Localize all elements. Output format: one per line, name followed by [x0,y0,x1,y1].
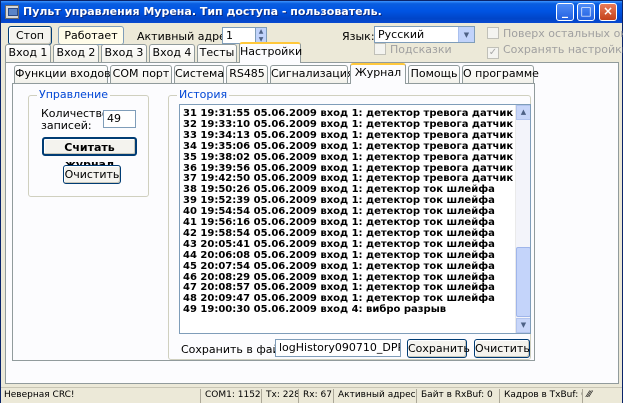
history-log[interactable]: 31 19:31:55 05.06.2009 вход 1: детектор … [179,104,531,334]
log-line: 40 19:54:54 05.06.2009 вход 1: детектор … [183,206,495,218]
save-settings-checkbox[interactable]: ✓ Сохранять настройки [487,43,623,59]
status-rx-buffer: Байт в RxBuf: 0 [418,389,500,403]
check-icon[interactable]: ✓ [487,47,499,59]
checkbox-box[interactable] [487,27,499,39]
log-line: 45 20:07:54 05.06.2009 вход 1: детектор … [183,260,495,272]
hints-checkbox[interactable]: Подсказки [374,43,452,56]
main-tab-strip: Вход 1 Вход 2 Вход 3 Вход 4 Тесты Настро… [5,42,305,63]
chevron-up-icon[interactable]: ▲ [256,28,266,36]
tab-help[interactable]: Помощь [408,65,460,83]
on-top-checkbox[interactable]: Поверх остальных окон [487,27,623,40]
history-group-title: История [177,88,230,101]
checkbox-box[interactable] [374,43,386,55]
save-to-file-label: Сохранить в файл: [181,343,291,356]
tab-alarm[interactable]: Сигнализация [270,65,354,83]
chevron-down-icon[interactable]: ▼ [516,318,530,333]
maximize-button[interactable]: □ [577,3,595,21]
log-line: 41 19:56:16 05.06.2009 вход 1: детектор … [183,217,495,228]
log-line: 48 20:09:47 05.06.2009 вход 1: детектор … [183,293,495,305]
scroll-thumb[interactable] [516,247,530,317]
clear-device-journal-button[interactable]: Очистить [63,165,121,184]
records-count-field[interactable]: 49 [103,110,136,128]
log-line: 49 19:00:30 05.06.2009 вход 4: вибро раз… [183,304,447,316]
log-line: 33 19:34:13 05.06.2009 вход 1: детектор … [183,129,524,141]
tab-settings[interactable]: Настройки [239,42,302,63]
size-grip-icon[interactable]: ⁄⁄⁄ [584,389,620,403]
app-window: Пульт управления Мурена. Тип доступа - п… [0,0,623,403]
clear-log-button[interactable]: Очистить [474,339,530,358]
status-address: Активный адрес: 1 [335,389,417,403]
hints-label: Подсказки [390,43,452,56]
status-tx-buffer: Кадров в TxBuf: 0 [501,389,583,403]
status-com: COM1: 115200 [202,389,262,403]
tab-input-functions[interactable]: Функции входов [14,65,111,83]
language-label: Язык: [342,30,375,43]
app-window-icon[interactable] [5,5,19,19]
active-address-label: Активный адрес: [137,30,236,43]
log-line: 39 19:52:39 05.06.2009 вход 1: детектор … [183,195,495,207]
log-line: 34 19:35:06 05.06.2009 вход 1: детектор … [183,140,524,152]
tab-input-1[interactable]: Вход 1 [5,44,51,62]
close-button[interactable]: × [599,3,617,21]
records-count-label-2: записей: [41,119,92,132]
save-log-button[interactable]: Сохранить [407,339,470,358]
stop-button[interactable]: Стоп [8,26,52,45]
tab-about[interactable]: О программе [462,65,539,83]
sub-tab-strip: Функции входов COM порт Система RS485 Си… [14,63,539,84]
title-bar[interactable]: Пульт управления Мурена. Тип доступа - п… [1,1,622,23]
tab-input-3[interactable]: Вход 3 [101,44,147,62]
on-top-label: Поверх остальных окон [503,27,623,40]
log-line: 42 19:58:54 05.06.2009 вход 1: детектор … [183,227,495,239]
run-state-indicator: Работает [58,26,124,45]
log-line: 35 19:38:02 05.06.2009 вход 1: детектор … [183,151,524,163]
log-line: 43 20:05:41 05.06.2009 вход 1: детектор … [183,238,495,250]
tab-input-4[interactable]: Вход 4 [149,44,195,62]
history-scrollbar[interactable]: ▲ ▼ [515,105,530,333]
status-crc: Неверная CRC! [1,389,201,403]
tab-tests[interactable]: Тесты [197,44,237,62]
read-journal-button[interactable]: Считать журнал [42,137,137,171]
log-line: 37 19:42:50 05.06.2009 вход 1: детектор … [183,173,524,185]
tab-input-2[interactable]: Вход 2 [53,44,99,62]
status-rx: Rx: 67 [300,389,334,403]
language-value: Русский [378,28,425,41]
status-bar: Неверная CRC! COM1: 115200 Tx: 228 Rx: 6… [1,387,622,403]
log-line: 46 20:08:29 05.06.2009 вход 1: детектор … [183,271,495,283]
chevron-up-icon[interactable]: ▲ [516,105,530,120]
log-line: 31 19:31:55 05.06.2009 вход 1: детектор … [183,108,524,119]
control-group-title: Управление [37,88,111,101]
tab-journal[interactable]: Журнал [350,63,406,84]
tab-system[interactable]: Система [174,65,224,83]
save-settings-label: Сохранять настройки [503,43,623,56]
status-tx: Tx: 228 [263,389,299,403]
log-line: 32 19:33:10 05.06.2009 вход 1: детектор … [183,118,524,130]
file-name-input[interactable]: logHistory090710_DPRS1 [275,339,401,357]
log-line: 47 20:08:57 05.06.2009 вход 1: детектор … [183,282,495,294]
tab-rs485[interactable]: RS485 [226,65,268,83]
minimize-button[interactable]: _ [556,3,574,21]
language-select[interactable]: Русский ▼ [374,26,475,43]
log-line: 44 20:06:08 05.06.2009 вход 1: детектор … [183,249,495,261]
log-line: 36 19:39:56 05.06.2009 вход 1: детектор … [183,162,524,174]
log-line: 38 19:50:26 05.06.2009 вход 1: детектор … [183,184,495,196]
chevron-down-icon[interactable]: ▼ [458,27,474,42]
tab-com-port[interactable]: COM порт [110,65,172,83]
window-title: Пульт управления Мурена. Тип доступа - п… [23,5,382,18]
